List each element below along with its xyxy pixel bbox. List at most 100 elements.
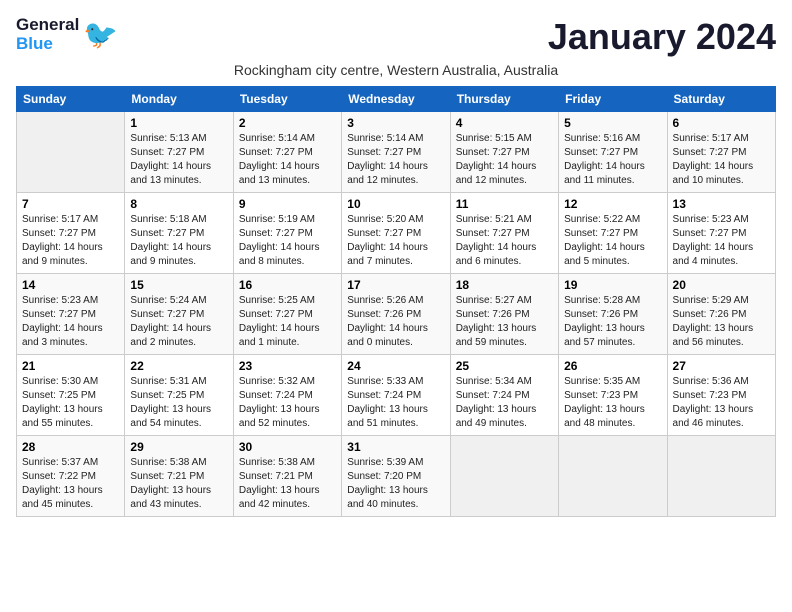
calendar-cell: 6 Sunrise: 5:17 AMSunset: 7:27 PMDaylight… <box>667 112 775 193</box>
month-title: January 2024 <box>548 16 776 58</box>
calendar-cell: 23 Sunrise: 5:32 AMSunset: 7:24 PMDayligh… <box>233 355 341 436</box>
calendar-cell: 10 Sunrise: 5:20 AMSunset: 7:27 PMDayligh… <box>342 193 450 274</box>
day-number: 22 <box>130 359 227 373</box>
day-info: Sunrise: 5:33 AMSunset: 7:24 PMDaylight:… <box>347 375 444 431</box>
day-number: 11 <box>456 197 553 211</box>
day-info: Sunrise: 5:21 AMSunset: 7:27 PMDaylight:… <box>456 213 553 269</box>
logo-bird-icon: 🐦 <box>83 21 118 49</box>
day-info: Sunrise: 5:27 AMSunset: 7:26 PMDaylight:… <box>456 294 553 350</box>
day-number: 25 <box>456 359 553 373</box>
calendar-cell: 28Sunrise: 5:37 AMSunset: 7:22 PMDayligh… <box>17 436 125 517</box>
calendar-cell: 25 Sunrise: 5:34 AMSunset: 7:24 PMDayligh… <box>450 355 558 436</box>
day-number: 17 <box>347 278 444 292</box>
day-info: Sunrise: 5:30 AMSunset: 7:25 PMDaylight:… <box>22 375 119 431</box>
day-number: 26 <box>564 359 661 373</box>
calendar-cell: 27 Sunrise: 5:36 AMSunset: 7:23 PMDayligh… <box>667 355 775 436</box>
weekday-header-sunday: Sunday <box>17 87 125 112</box>
weekday-header-monday: Monday <box>125 87 233 112</box>
day-number: 21 <box>22 359 119 373</box>
day-number: 20 <box>673 278 770 292</box>
day-number: 2 <box>239 116 336 130</box>
logo-text: General Blue 🐦 <box>16 16 118 53</box>
day-number: 5 <box>564 116 661 130</box>
day-info: Sunrise: 5:20 AMSunset: 7:27 PMDaylight:… <box>347 213 444 269</box>
day-info: Sunrise: 5:23 AMSunset: 7:27 PMDaylight:… <box>22 294 119 350</box>
day-number: 12 <box>564 197 661 211</box>
calendar-cell: 30 Sunrise: 5:38 AMSunset: 7:21 PMDayligh… <box>233 436 341 517</box>
day-info: Sunrise: 5:29 AMSunset: 7:26 PMDaylight:… <box>673 294 770 350</box>
day-info: Sunrise: 5:13 AMSunset: 7:27 PMDaylight:… <box>130 132 227 188</box>
calendar-cell: 5 Sunrise: 5:16 AMSunset: 7:27 PMDaylight… <box>559 112 667 193</box>
weekday-header-friday: Friday <box>559 87 667 112</box>
weekday-header-saturday: Saturday <box>667 87 775 112</box>
logo-blue: Blue <box>16 35 79 54</box>
day-info: Sunrise: 5:31 AMSunset: 7:25 PMDaylight:… <box>130 375 227 431</box>
page-header: General Blue 🐦 January 2024 <box>16 16 776 58</box>
calendar-week-row: 7 Sunrise: 5:17 AMSunset: 7:27 PMDaylight… <box>17 193 776 274</box>
calendar-header-row: SundayMondayTuesdayWednesdayThursdayFrid… <box>17 87 776 112</box>
day-number: 27 <box>673 359 770 373</box>
day-info: Sunrise: 5:39 AMSunset: 7:20 PMDaylight:… <box>347 456 444 512</box>
calendar-cell: 15Sunrise: 5:24 AMSunset: 7:27 PMDayligh… <box>125 274 233 355</box>
calendar-cell: 17 Sunrise: 5:26 AMSunset: 7:26 PMDayligh… <box>342 274 450 355</box>
calendar-week-row: 21 Sunrise: 5:30 AMSunset: 7:25 PMDayligh… <box>17 355 776 436</box>
day-number: 7 <box>22 197 119 211</box>
day-info: Sunrise: 5:14 AMSunset: 7:27 PMDaylight:… <box>347 132 444 188</box>
day-number: 13 <box>673 197 770 211</box>
calendar-cell: 16 Sunrise: 5:25 AMSunset: 7:27 PMDayligh… <box>233 274 341 355</box>
day-info: Sunrise: 5:36 AMSunset: 7:23 PMDaylight:… <box>673 375 770 431</box>
logo: General Blue 🐦 <box>16 16 118 53</box>
calendar-cell: 11 Sunrise: 5:21 AMSunset: 7:27 PMDayligh… <box>450 193 558 274</box>
calendar-table: SundayMondayTuesdayWednesdayThursdayFrid… <box>16 86 776 517</box>
day-number: 18 <box>456 278 553 292</box>
day-info: Sunrise: 5:16 AMSunset: 7:27 PMDaylight:… <box>564 132 661 188</box>
calendar-cell <box>559 436 667 517</box>
day-number: 19 <box>564 278 661 292</box>
day-number: 4 <box>456 116 553 130</box>
day-number: 16 <box>239 278 336 292</box>
calendar-cell: 2 Sunrise: 5:14 AMSunset: 7:27 PMDaylight… <box>233 112 341 193</box>
logo-general: General <box>16 16 79 35</box>
calendar-cell <box>17 112 125 193</box>
day-info: Sunrise: 5:14 AMSunset: 7:27 PMDaylight:… <box>239 132 336 188</box>
calendar-cell: 20 Sunrise: 5:29 AMSunset: 7:26 PMDayligh… <box>667 274 775 355</box>
day-number: 29 <box>130 440 227 454</box>
day-number: 6 <box>673 116 770 130</box>
day-info: Sunrise: 5:17 AMSunset: 7:27 PMDaylight:… <box>673 132 770 188</box>
calendar-cell: 13Sunrise: 5:23 AMSunset: 7:27 PMDayligh… <box>667 193 775 274</box>
day-number: 10 <box>347 197 444 211</box>
calendar-cell: 18 Sunrise: 5:27 AMSunset: 7:26 PMDayligh… <box>450 274 558 355</box>
day-number: 8 <box>130 197 227 211</box>
day-number: 28 <box>22 440 119 454</box>
day-info: Sunrise: 5:17 AMSunset: 7:27 PMDaylight:… <box>22 213 119 269</box>
calendar-week-row: 28Sunrise: 5:37 AMSunset: 7:22 PMDayligh… <box>17 436 776 517</box>
day-number: 23 <box>239 359 336 373</box>
calendar-cell: 12 Sunrise: 5:22 AMSunset: 7:27 PMDayligh… <box>559 193 667 274</box>
day-info: Sunrise: 5:32 AMSunset: 7:24 PMDaylight:… <box>239 375 336 431</box>
calendar-cell: 21 Sunrise: 5:30 AMSunset: 7:25 PMDayligh… <box>17 355 125 436</box>
calendar-cell: 7 Sunrise: 5:17 AMSunset: 7:27 PMDaylight… <box>17 193 125 274</box>
day-number: 24 <box>347 359 444 373</box>
day-info: Sunrise: 5:38 AMSunset: 7:21 PMDaylight:… <box>239 456 336 512</box>
day-number: 30 <box>239 440 336 454</box>
calendar-week-row: 14Sunrise: 5:23 AMSunset: 7:27 PMDayligh… <box>17 274 776 355</box>
day-info: Sunrise: 5:24 AMSunset: 7:27 PMDaylight:… <box>130 294 227 350</box>
day-info: Sunrise: 5:34 AMSunset: 7:24 PMDaylight:… <box>456 375 553 431</box>
day-info: Sunrise: 5:22 AMSunset: 7:27 PMDaylight:… <box>564 213 661 269</box>
calendar-week-row: 1Sunrise: 5:13 AMSunset: 7:27 PMDaylight… <box>17 112 776 193</box>
weekday-header-wednesday: Wednesday <box>342 87 450 112</box>
calendar-cell: 4Sunrise: 5:15 AMSunset: 7:27 PMDaylight… <box>450 112 558 193</box>
day-info: Sunrise: 5:38 AMSunset: 7:21 PMDaylight:… <box>130 456 227 512</box>
day-number: 3 <box>347 116 444 130</box>
calendar-cell <box>450 436 558 517</box>
calendar-subtitle: Rockingham city centre, Western Australi… <box>16 62 776 78</box>
day-info: Sunrise: 5:25 AMSunset: 7:27 PMDaylight:… <box>239 294 336 350</box>
day-info: Sunrise: 5:18 AMSunset: 7:27 PMDaylight:… <box>130 213 227 269</box>
day-info: Sunrise: 5:26 AMSunset: 7:26 PMDaylight:… <box>347 294 444 350</box>
calendar-cell: 3 Sunrise: 5:14 AMSunset: 7:27 PMDaylight… <box>342 112 450 193</box>
calendar-cell: 26Sunrise: 5:35 AMSunset: 7:23 PMDayligh… <box>559 355 667 436</box>
day-info: Sunrise: 5:28 AMSunset: 7:26 PMDaylight:… <box>564 294 661 350</box>
calendar-cell: 31Sunrise: 5:39 AMSunset: 7:20 PMDayligh… <box>342 436 450 517</box>
calendar-cell <box>667 436 775 517</box>
calendar-cell: 22 Sunrise: 5:31 AMSunset: 7:25 PMDayligh… <box>125 355 233 436</box>
